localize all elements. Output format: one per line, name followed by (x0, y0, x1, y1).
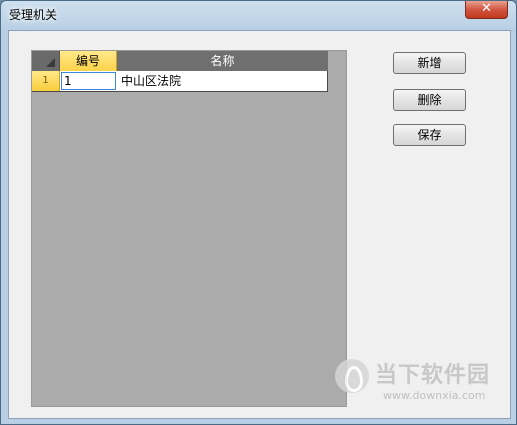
add-button[interactable]: 新增 (393, 52, 466, 74)
row-header[interactable]: 1 (32, 71, 60, 91)
save-button[interactable]: 保存 (393, 124, 466, 146)
window-title: 受理机关 (9, 8, 58, 22)
watermark-url: www.downxia.com (383, 389, 486, 402)
data-grid[interactable]: 编号 名称 1 1 中山区法院 (31, 50, 347, 407)
column-header-code[interactable]: 编号 (60, 51, 117, 71)
select-all-corner[interactable] (32, 51, 60, 71)
watermark-logo-icon (335, 359, 369, 393)
title-bar[interactable]: 受理机关 ✕ (1, 1, 516, 29)
delete-button[interactable]: 删除 (393, 89, 466, 111)
table-row[interactable]: 1 1 中山区法院 (32, 71, 328, 92)
watermark: 当下软件园 www.downxia.com (331, 351, 501, 411)
select-all-triangle-icon (46, 58, 55, 67)
grid-header: 编号 名称 (32, 51, 328, 71)
close-button[interactable]: ✕ (465, 1, 508, 19)
dialog-window: 受理机关 ✕ 编号 名称 1 1 中山区法院 新增 删除 保存 当下软件园 ww… (0, 0, 517, 425)
name-cell[interactable]: 中山区法院 (119, 71, 181, 91)
code-cell-editor[interactable]: 1 (61, 72, 116, 90)
watermark-text: 当下软件园 (375, 363, 491, 388)
close-icon: ✕ (481, 1, 492, 16)
column-header-name[interactable]: 名称 (117, 51, 328, 71)
